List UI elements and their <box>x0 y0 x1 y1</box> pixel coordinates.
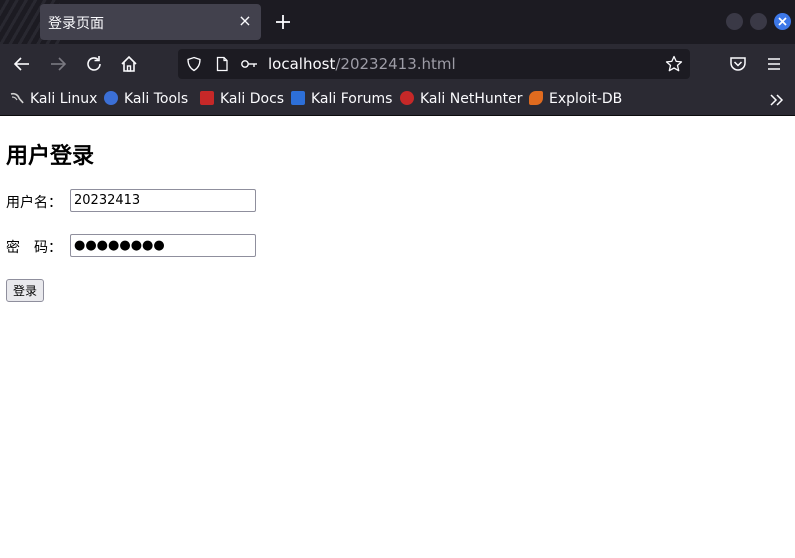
tab-close-icon[interactable]: × <box>237 12 253 30</box>
url-path: /20232413.html <box>335 55 456 73</box>
bookmark-kali-docs[interactable]: Kali Docs <box>200 91 284 109</box>
back-button[interactable] <box>12 54 32 74</box>
page-title: 用户登录 <box>6 144 95 169</box>
kali-forums-icon <box>291 91 305 105</box>
app-menu-button[interactable] <box>764 54 784 74</box>
bookmark-label: Kali Forums <box>311 91 393 107</box>
forward-arrow-icon <box>51 57 67 71</box>
bookmarks-overflow-button[interactable] <box>769 91 785 109</box>
tab-strip: 登录页面 × <box>0 0 795 44</box>
key-icon[interactable] <box>240 56 258 72</box>
tab-active[interactable]: 登录页面 × <box>40 4 261 40</box>
double-chevron-right-icon <box>770 94 784 106</box>
bookmark-label: Kali Tools <box>124 91 189 107</box>
new-tab-button[interactable] <box>272 11 294 33</box>
exploit-db-icon <box>529 91 543 105</box>
window-close-button[interactable] <box>774 13 791 30</box>
kali-docs-icon <box>200 91 214 105</box>
window-minimize-button[interactable] <box>726 13 743 30</box>
bookmark-label: Kali Linux <box>30 91 98 107</box>
close-icon <box>778 17 787 26</box>
reload-button[interactable] <box>84 54 104 74</box>
page-info-icon[interactable] <box>214 56 230 72</box>
bookmark-label: Kali Docs <box>220 91 285 107</box>
navigation-toolbar: localhost/20232413.html <box>0 44 795 84</box>
pocket-icon <box>730 57 746 71</box>
window-maximize-button[interactable] <box>750 13 767 30</box>
reload-icon <box>87 56 101 71</box>
kali-tools-icon <box>104 91 118 105</box>
home-icon <box>121 55 137 72</box>
home-button[interactable] <box>119 54 139 74</box>
page-content: 用户登录 用户名： 密 码： 登录 <box>0 116 795 558</box>
shield-icon[interactable] <box>186 56 202 72</box>
username-input[interactable] <box>70 189 256 212</box>
url-host: localhost <box>268 55 336 73</box>
password-label: 密 码： <box>6 240 62 256</box>
login-button[interactable]: 登录 <box>6 279 45 302</box>
plus-icon <box>276 15 290 29</box>
bookmark-kali-forums[interactable]: Kali Forums <box>291 91 392 109</box>
url-text[interactable]: localhost/20232413.html <box>268 55 456 73</box>
bookmark-kali-tools[interactable]: Kali Tools <box>104 91 188 109</box>
forward-button[interactable] <box>48 54 68 74</box>
tab-title: 登录页面 <box>48 16 104 32</box>
address-bar[interactable]: localhost/20232413.html <box>178 49 690 79</box>
bookmark-label: Kali NetHunter <box>420 91 523 107</box>
bookmarks-toolbar: Kali Linux Kali Tools Kali Docs Kali For… <box>0 84 795 116</box>
browser-window: 登录页面 × localhost/20232413.html Kali Linu… <box>0 0 795 558</box>
username-label: 用户名： <box>6 195 62 211</box>
bookmark-kali-linux[interactable]: Kali Linux <box>10 91 97 109</box>
pocket-button[interactable] <box>728 54 748 74</box>
bookmark-exploit-db[interactable]: Exploit-DB <box>529 91 622 109</box>
kali-nethunter-icon <box>400 91 414 105</box>
hamburger-menu-icon <box>768 58 780 70</box>
password-input[interactable] <box>70 234 256 257</box>
bookmark-label: Exploit-DB <box>549 91 623 107</box>
kali-dragon-icon <box>10 92 24 104</box>
bookmark-kali-nethunter[interactable]: Kali NetHunter <box>400 91 522 109</box>
bookmark-star-icon[interactable] <box>665 55 683 73</box>
back-arrow-icon <box>13 57 29 71</box>
